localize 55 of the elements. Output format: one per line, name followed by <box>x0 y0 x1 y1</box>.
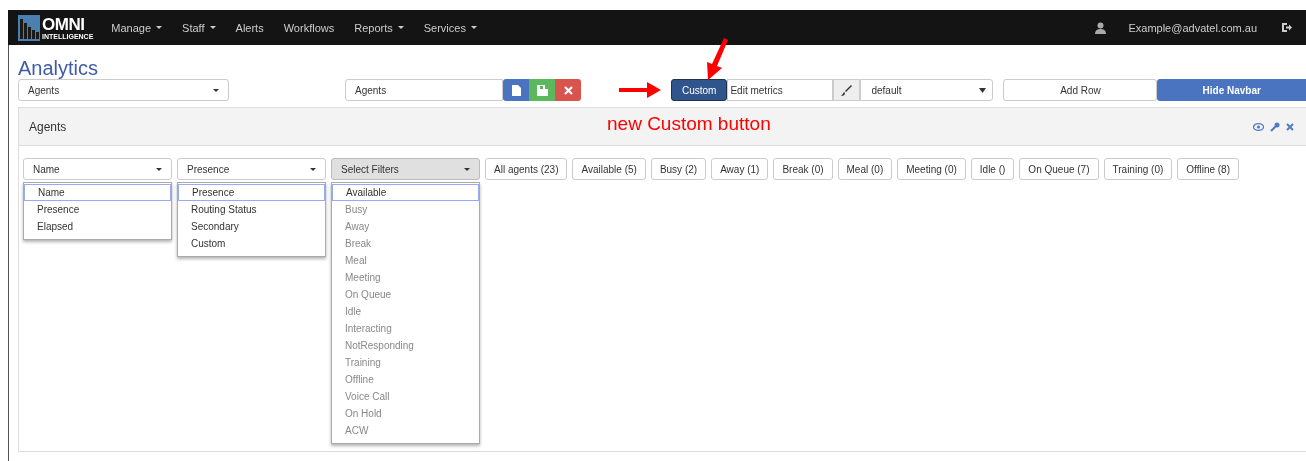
filter-button[interactable]: On Queue (7) <box>1019 158 1099 180</box>
panel-title: Agents <box>29 119 67 134</box>
brand-name: OMNI <box>42 15 86 33</box>
filter-button[interactable]: Offline (8) <box>1177 158 1239 180</box>
annotation-arrow <box>619 82 661 98</box>
save-button[interactable] <box>529 79 555 101</box>
nav-menu-item[interactable]: Workflows <box>283 21 335 34</box>
name-field[interactable]: Agents <box>345 79 503 101</box>
metrics-field[interactable]: Edit metrics <box>727 79 834 101</box>
filter-button[interactable]: Meal (0) <box>837 158 893 180</box>
column-select[interactable]: Presence <box>177 158 326 180</box>
theme-button[interactable] <box>833 79 861 101</box>
custom-button[interactable]: Custom <box>671 79 728 101</box>
dropdown-option[interactable]: Custom <box>178 235 325 252</box>
logout-icon[interactable] <box>1281 22 1292 33</box>
bar-chart-logo-icon <box>18 14 40 41</box>
nav-menu-item[interactable]: Manage <box>111 21 163 34</box>
dropdown-option[interactable]: Routing Status <box>178 201 325 218</box>
dropdown-option[interactable]: Presence <box>178 184 325 201</box>
filter-select[interactable]: Select Filters <box>331 158 480 180</box>
hide-navbar-button[interactable]: Hide Navbar <box>1157 79 1306 101</box>
filter-button[interactable]: Busy (2) <box>650 158 707 180</box>
filter-button[interactable]: Training (0) <box>1103 158 1173 180</box>
nav-menu-item[interactable]: Reports <box>354 21 404 34</box>
nav-menu-item[interactable]: Staff <box>182 21 216 34</box>
close-icon[interactable] <box>1286 122 1294 131</box>
dropdown-option[interactable]: Elapsed <box>24 218 171 235</box>
dropdown-option[interactable]: Presence <box>24 201 171 218</box>
nav-menu-item[interactable]: Services <box>423 21 477 34</box>
filter-button[interactable]: Available (5) <box>572 158 646 180</box>
dropdown-option[interactable]: Name <box>24 184 171 201</box>
close-icon <box>563 85 573 95</box>
dropdown-option[interactable]: Available <box>332 184 479 201</box>
column-select[interactable]: Name <box>23 158 172 180</box>
nav-menu-item[interactable]: Alerts <box>235 21 264 34</box>
close-button[interactable] <box>555 79 581 101</box>
document-button[interactable] <box>503 79 529 101</box>
annotation-text: new Custom button <box>607 113 771 135</box>
eye-icon[interactable] <box>1253 122 1264 131</box>
user-icon <box>1095 21 1107 34</box>
filter-button[interactable]: Idle () <box>970 158 1015 180</box>
dropdown-option[interactable]: Secondary <box>178 218 325 235</box>
caret-icon <box>979 87 987 93</box>
filter-button[interactable]: Away (1) <box>711 158 769 180</box>
filter-button[interactable]: Meeting (0) <box>897 158 966 180</box>
add-row-button[interactable]: Add Row <box>1003 79 1158 101</box>
save-icon <box>536 84 548 96</box>
brush-icon <box>841 84 853 96</box>
filter-button[interactable]: All agents (23) <box>485 158 568 180</box>
view-select[interactable]: Agents <box>18 79 229 101</box>
user-email-link[interactable]: Example@advatel.com.au <box>1128 21 1257 34</box>
filter-button[interactable]: Break (0) <box>773 158 833 180</box>
wrench-icon[interactable] <box>1270 121 1280 132</box>
theme-select[interactable]: default <box>860 79 994 101</box>
document-icon <box>511 84 521 96</box>
